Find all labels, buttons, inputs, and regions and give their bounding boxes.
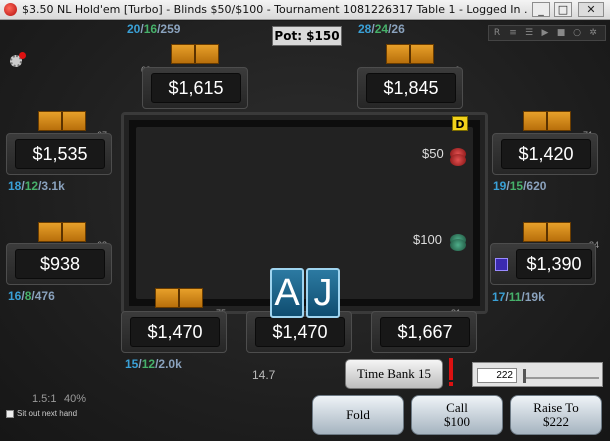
time-bank-button[interactable]: Time Bank 15 (345, 359, 443, 389)
notes-icon[interactable]: ☰ (524, 28, 534, 38)
note-icon[interactable] (495, 258, 508, 271)
table-toolbar: R ≡ ☰ ▶ ■ ○ ✲ (488, 25, 606, 41)
hero-card-2: J (306, 268, 340, 318)
title-bar: $3.50 NL Hold'em [Turbo] - Blinds $50/$1… (0, 0, 610, 20)
hero-card-1: A (270, 268, 304, 318)
maximize-button[interactable]: □ (554, 2, 572, 17)
card-backs (171, 44, 219, 64)
warning-icon (449, 358, 453, 386)
seat-bottom-right[interactable]: $1,667 (371, 311, 477, 353)
seat-left-lower[interactable]: $938 (6, 243, 112, 285)
settings-icon[interactable]: ✲ (588, 28, 598, 38)
sit-out-checkbox[interactable]: Sit out next hand (6, 409, 77, 418)
pot-odds: 1.5:1 (32, 393, 57, 405)
stack-amount: $1,390 (516, 249, 592, 279)
chip-icon (450, 239, 466, 251)
minimize-button[interactable]: _ (532, 2, 550, 17)
raise-amount: $222 (543, 414, 569, 429)
equity-percent: 40% (64, 393, 87, 405)
call-label: Call (446, 400, 468, 415)
chat-icon[interactable]: ≡ (508, 28, 518, 38)
player-stats: 20/16/259 (127, 22, 181, 36)
card-backs (523, 111, 571, 131)
stack-amount: $1,667 (380, 317, 470, 347)
chip-icon (450, 154, 466, 166)
fold-label: Fold (346, 407, 370, 422)
stack-amount: $1,470 (255, 317, 345, 347)
player-stats: 17/11/19k (492, 290, 545, 304)
replay-icon[interactable]: R (492, 28, 502, 38)
card-backs (386, 44, 434, 64)
raise-button[interactable]: Raise To $222 (510, 395, 602, 435)
player-stats: 19/15/620 (493, 179, 547, 193)
stack-amount: $1,535 (15, 139, 105, 169)
seat-top-left[interactable]: $1,615 (142, 67, 248, 109)
raise-amount-input[interactable]: 222 (477, 368, 517, 383)
player-stats: 15/12/2.0k (125, 357, 182, 371)
window-title: $3.50 NL Hold'em [Turbo] - Blinds $50/$1… (22, 3, 528, 16)
player-stats: 16/8/476 (8, 289, 55, 303)
bet-slider-track[interactable] (523, 377, 599, 379)
alert-badge-icon (19, 52, 26, 59)
call-button[interactable]: Call $100 (411, 395, 503, 435)
card-backs (38, 222, 86, 242)
card-backs (155, 288, 203, 308)
bet-amount-right-lower: $100 (413, 232, 442, 247)
stack-amount: $1,615 (151, 73, 241, 103)
seat-left-upper[interactable]: $1,535 (6, 133, 112, 175)
stack-amount: $1,845 (366, 73, 456, 103)
bet-slider-thumb[interactable] (523, 369, 526, 383)
seat-right-upper[interactable]: $1,420 (492, 133, 598, 175)
dealer-button: D (452, 116, 468, 131)
seat-bottom-left[interactable]: $1,470 (121, 311, 227, 353)
table-felt (121, 112, 488, 314)
raise-label: Raise To (533, 400, 579, 415)
options-icon[interactable]: ○ (572, 28, 582, 38)
player-stats: 28/24/26 (358, 22, 405, 36)
pokerstars-icon (4, 3, 17, 16)
stop-icon[interactable]: ■ (556, 28, 566, 38)
hero-timer: 14.7 (252, 368, 276, 382)
stack-amount: $1,420 (501, 139, 591, 169)
play-icon[interactable]: ▶ (540, 28, 550, 38)
checkbox-icon[interactable] (6, 409, 14, 418)
card-backs (38, 111, 86, 131)
fold-button[interactable]: Fold (312, 395, 404, 435)
close-button[interactable]: ✕ (578, 2, 604, 17)
seat-top-right[interactable]: $1,845 (357, 67, 463, 109)
stack-amount: $1,470 (130, 317, 220, 347)
player-stats: 18/12/3.1k (8, 179, 65, 193)
sit-out-label: Sit out next hand (17, 409, 78, 418)
call-amount: $100 (444, 414, 470, 429)
bet-slider-panel: 222 (472, 362, 603, 387)
card-backs (523, 222, 571, 242)
pot-label: Pot: $150 (272, 26, 342, 46)
bet-amount-right-upper: $50 (422, 146, 444, 161)
stack-amount: $938 (15, 249, 105, 279)
